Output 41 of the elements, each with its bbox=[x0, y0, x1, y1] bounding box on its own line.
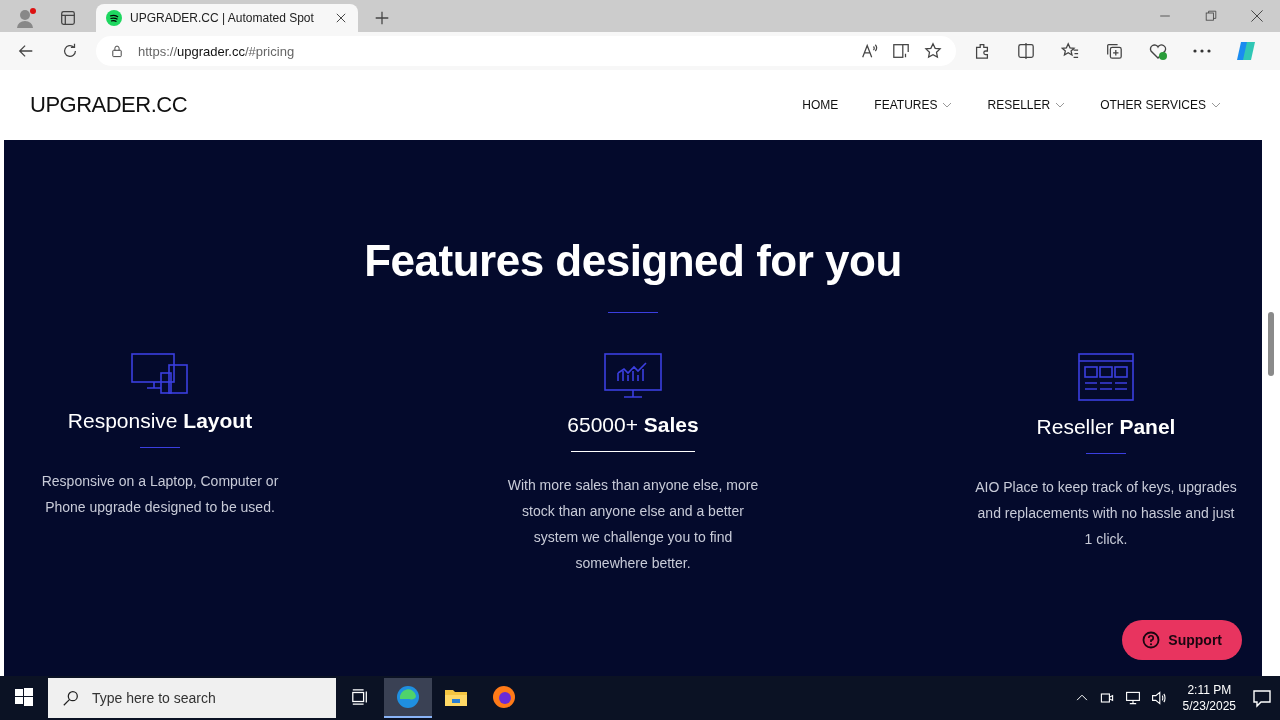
notification-icon bbox=[1252, 688, 1272, 708]
network-icon bbox=[1124, 690, 1141, 706]
spotify-icon bbox=[106, 10, 122, 26]
url-text: https://upgrader.cc/#pricing bbox=[138, 43, 296, 59]
read-aloud-icon bbox=[860, 42, 878, 60]
taskbar-search-field[interactable]: Type here to search bbox=[48, 678, 336, 718]
nav-link[interactable]: HOME bbox=[802, 98, 839, 112]
help-icon bbox=[1142, 631, 1161, 649]
firefox-icon bbox=[492, 685, 516, 709]
clock-date: 5/23/2025 bbox=[1182, 698, 1236, 714]
feature-description: With more sales than anyone else, more stock than anyone else and a better system we challenge you to find somewhere better. bbox=[506, 476, 760, 573]
browser-panel-icon bbox=[1078, 353, 1134, 401]
support-button[interactable]: Support bbox=[1122, 620, 1242, 660]
address-bar[interactable]: https://upgrader.cc/#pricing bbox=[96, 36, 956, 66]
nav-link[interactable]: OTHER SERVICES bbox=[1100, 98, 1220, 112]
immersive-reader-icon bbox=[892, 42, 910, 60]
volume-icon bbox=[1150, 690, 1167, 706]
tab-title: UPGRADER.CC | Automated Spot bbox=[130, 11, 315, 25]
folder-icon bbox=[444, 687, 468, 707]
feature-description: AIO Place to keep track of keys, upgrades and replacements with no hassle and just 1 click. bbox=[975, 478, 1237, 549]
caret-icon bbox=[1212, 102, 1220, 108]
browser-tab[interactable]: UPGRADER.CC | Automated Spot bbox=[96, 4, 358, 32]
feature-description: Responsive on a Laptop, Computer or Phone upgrade designed to be used. bbox=[40, 472, 280, 517]
devices-icon bbox=[131, 353, 189, 395]
search-icon bbox=[62, 689, 80, 707]
lock-icon bbox=[110, 44, 124, 58]
feature-title: Reseller Panel bbox=[1036, 415, 1176, 439]
clock-time: 2:11 PM bbox=[1187, 682, 1232, 698]
edge-icon bbox=[396, 685, 420, 709]
section-heading: Features designed for you bbox=[364, 236, 902, 286]
site-logo[interactable]: UPGRADER.CC bbox=[30, 92, 188, 118]
caret-icon bbox=[943, 102, 952, 108]
feature-title: Responsive Layout bbox=[67, 409, 253, 433]
close-tab-icon[interactable] bbox=[334, 11, 348, 25]
chart-monitor-icon bbox=[604, 353, 662, 399]
favorite-star-icon bbox=[924, 42, 942, 60]
feature-title: 65000+ Sales bbox=[567, 413, 699, 437]
nav-link[interactable]: FEATURES bbox=[874, 98, 952, 112]
nav-link[interactable]: RESELLER bbox=[987, 98, 1065, 112]
caret-icon bbox=[1056, 102, 1065, 108]
camera-icon bbox=[1098, 690, 1115, 706]
